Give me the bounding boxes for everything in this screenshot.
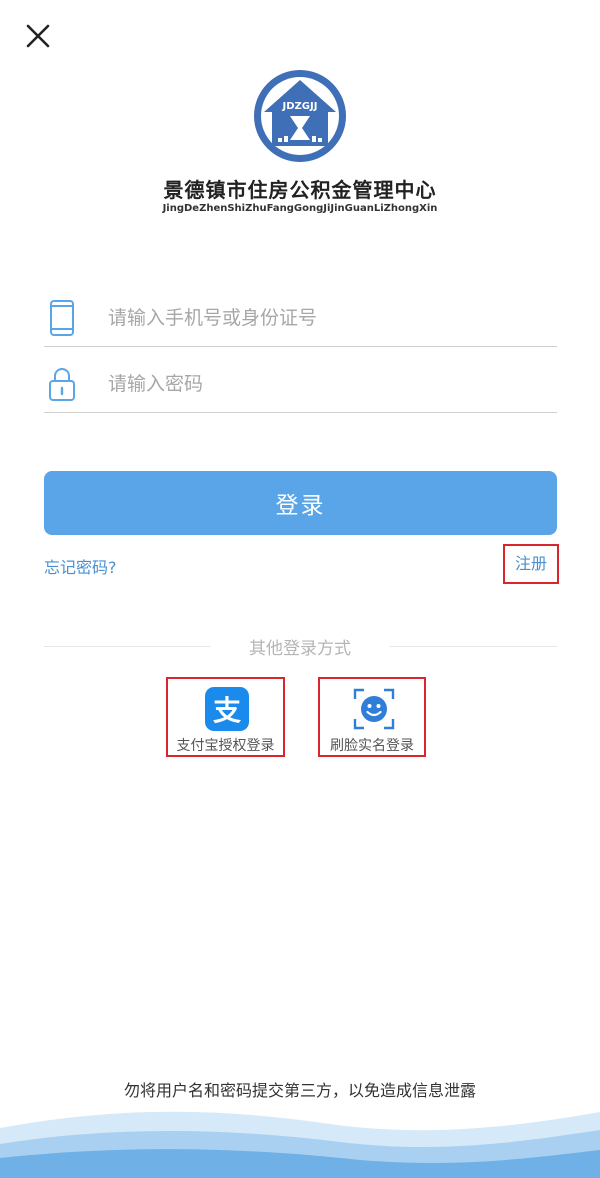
forgot-password-link[interactable]: 忘记密码?: [44, 554, 117, 578]
lock-icon: [49, 368, 75, 401]
org-name: 景德镇市住房公积金管理中心: [163, 178, 437, 202]
password-field: [44, 352, 557, 413]
account-field: [44, 286, 557, 347]
login-page: JDZGJJ 景德镇市住房公积金管理中心 JingDeZhenShiZhuFan…: [0, 0, 600, 1178]
close-icon: [26, 24, 50, 48]
house-logo-icon: JDZGJJ: [254, 70, 346, 162]
alipay-icon: 支: [205, 687, 249, 731]
login-button[interactable]: 登录: [44, 471, 557, 535]
svg-text:支: 支: [213, 694, 241, 727]
other-login-divider-label: 其他登录方式: [249, 639, 351, 659]
alipay-login-button[interactable]: 支 支付宝授权登录: [166, 677, 285, 757]
org-pinyin: JingDeZhenShiZhuFangGongJiJinGuanLiZhong…: [162, 203, 438, 214]
close-button[interactable]: [22, 20, 54, 52]
alipay-login-label: 支付宝授权登录: [176, 738, 275, 754]
logo: JDZGJJ: [250, 66, 350, 166]
phone-icon: [50, 300, 74, 336]
face-login-button[interactable]: 刷脸实名登录: [318, 677, 426, 757]
wave-decoration: [0, 1111, 600, 1178]
account-input[interactable]: [108, 298, 548, 338]
password-input[interactable]: [108, 364, 548, 404]
divider-right: [390, 646, 557, 647]
divider-left: [44, 646, 210, 647]
face-scan-icon: [353, 688, 395, 730]
register-link[interactable]: 注册: [503, 544, 559, 584]
face-login-label: 刷脸实名登录: [330, 738, 414, 754]
logo-text: JDZGJJ: [282, 101, 318, 112]
